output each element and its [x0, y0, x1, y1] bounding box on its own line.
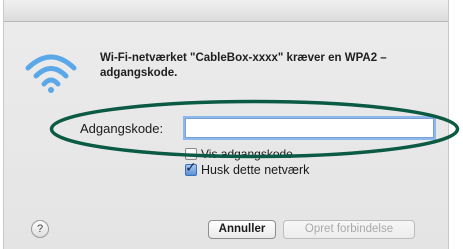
remember-network-label: Husk dette netværk: [201, 163, 310, 177]
checkmark-icon: ✓: [185, 159, 197, 175]
screenshot: Wi-Fi-netværket "CableBox-xxxx" kræver e…: [0, 0, 463, 249]
connect-button[interactable]: Opret forbindelse: [283, 220, 415, 239]
password-field[interactable]: [183, 116, 436, 140]
password-label: Adgangskode:: [80, 121, 164, 136]
dialog-titlebar: [4, 0, 448, 22]
wifi-icon: [25, 54, 77, 93]
remember-network-option[interactable]: ✓ Husk dette netværk: [185, 160, 310, 177]
remember-network-checkbox[interactable]: ✓: [185, 160, 197, 176]
show-password-option[interactable]: Vis adgangskode: [185, 147, 293, 161]
wifi-password-dialog: Wi-Fi-netværket "CableBox-xxxx" kræver e…: [3, 0, 449, 249]
dialog-message: Wi-Fi-netværket "CableBox-xxxx" kræver e…: [100, 52, 387, 79]
cancel-button[interactable]: Annuller: [208, 220, 276, 239]
show-password-label: Vis adgangskode: [201, 147, 293, 161]
help-icon[interactable]: ?: [31, 220, 49, 238]
